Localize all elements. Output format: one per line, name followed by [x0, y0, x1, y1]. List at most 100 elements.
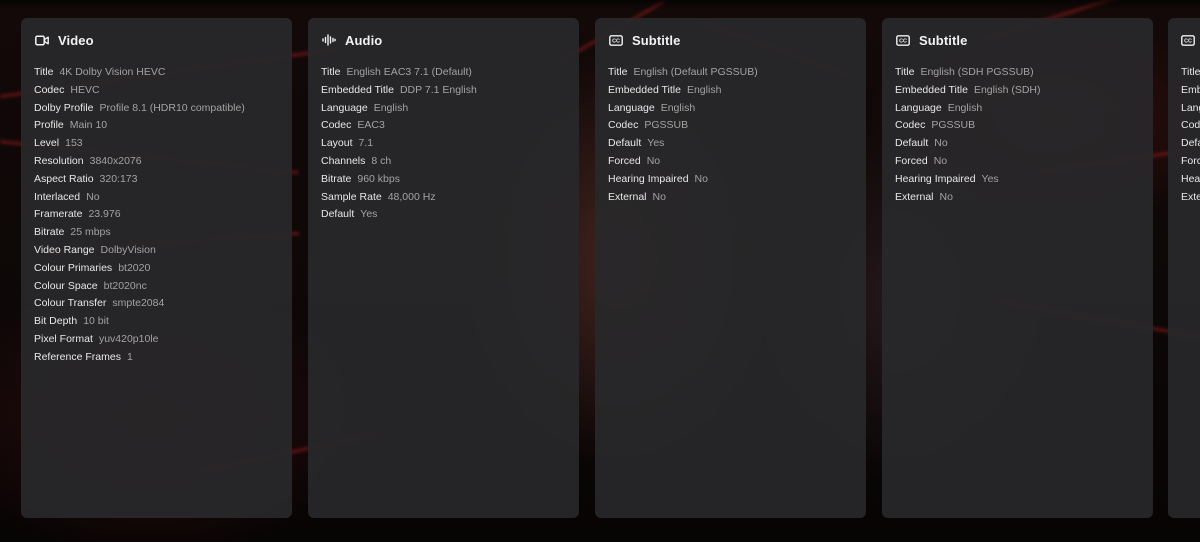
info-label: Embedded Title — [608, 83, 681, 96]
stream-info-list: Title Emb Lang Cod Defa Forc Hea Exte — [1181, 64, 1200, 206]
info-label: Channels — [321, 154, 366, 167]
info-label: Language — [321, 101, 368, 114]
info-label: Colour Primaries — [34, 261, 113, 274]
info-label: Codec — [321, 119, 352, 132]
info-label: Hearing Impaired — [895, 172, 976, 185]
info-value: 153 — [65, 137, 83, 150]
info-label: Exte — [1181, 190, 1200, 203]
info-value: PGSSUB — [644, 119, 689, 132]
info-label: Embedded Title — [895, 83, 968, 96]
info-row: External No — [895, 189, 1140, 207]
info-label: Emb — [1181, 83, 1200, 96]
info-value: English — [660, 101, 696, 114]
info-row: Forced No — [608, 153, 853, 171]
closed-captions-icon: CC — [1181, 33, 1195, 47]
closed-captions-icon: CC — [895, 33, 910, 47]
info-value: English — [373, 101, 409, 114]
info-label: Forced — [895, 154, 928, 167]
info-label: Pixel Format — [34, 332, 93, 345]
info-label: Codec — [34, 83, 65, 96]
info-value: Yes — [981, 172, 999, 185]
info-row: Hearing Impaired No — [608, 171, 853, 189]
info-value: yuv420p10le — [98, 332, 159, 345]
info-row: Framerate 23.976 — [34, 206, 279, 224]
info-value: DolbyVision — [100, 243, 156, 256]
subtitle-stream-card: CC Subtitle Title English (Default PGSSUB… — [595, 18, 866, 518]
info-row: Title English EAC3 7.1 (Default) — [321, 64, 566, 82]
video-camera-icon — [34, 33, 49, 47]
info-row: Title 4K Dolby Vision HEVC — [34, 64, 279, 82]
info-label: Default — [895, 137, 929, 150]
info-row: Default Yes — [608, 135, 853, 153]
info-row: Interlaced No — [34, 189, 279, 207]
card-header: CC Subtitle — [895, 32, 1140, 48]
info-value: bt2020nc — [103, 279, 147, 292]
stream-info-list: Title 4K Dolby Vision HEVC Codec HEVC Dolby … — [34, 64, 279, 367]
info-row: Emb — [1181, 82, 1200, 100]
card-title: Subtitle — [919, 32, 968, 48]
info-label: Profile — [34, 119, 64, 132]
info-row: Embedded Title English — [608, 82, 853, 100]
info-label: Bitrate — [321, 172, 352, 185]
info-row: Profile Main 10 — [34, 117, 279, 135]
info-label: Forced — [608, 154, 641, 167]
info-label: Forc — [1181, 154, 1200, 167]
info-value: 320:173 — [99, 172, 138, 185]
info-row: Channels 8 ch — [321, 153, 566, 171]
info-label: Codec — [895, 119, 926, 132]
info-value: English — [947, 101, 983, 114]
info-label: Lang — [1181, 101, 1200, 114]
info-row: Embedded Title DDP 7.1 English — [321, 82, 566, 100]
info-row: Codec PGSSUB — [608, 117, 853, 135]
info-row: Level 153 — [34, 135, 279, 153]
info-value: English (SDH) — [973, 83, 1041, 96]
info-label: Default — [321, 208, 355, 221]
info-row: Dolby Profile Profile 8.1 (HDR10 compatib… — [34, 100, 279, 118]
info-label: Language — [895, 101, 942, 114]
card-header: CC — [1181, 32, 1195, 48]
info-label: Level — [34, 137, 60, 150]
info-value: bt2020 — [118, 261, 151, 274]
subtitle-stream-card: CC Subtitle Title English (SDH PGSSUB) Emb… — [882, 18, 1153, 518]
info-value: Profile 8.1 (HDR10 compatible) — [99, 101, 245, 114]
info-value: 960 kbps — [357, 172, 400, 185]
info-row: Codec HEVC — [34, 82, 279, 100]
info-label: External — [895, 190, 934, 203]
info-row: Hearing Impaired Yes — [895, 171, 1140, 189]
info-label: Title — [1181, 66, 1200, 78]
info-row: Default No — [895, 135, 1140, 153]
info-row: Bitrate 25 mbps — [34, 224, 279, 242]
card-title: Video — [58, 32, 94, 48]
info-value: English EAC3 7.1 (Default) — [346, 66, 472, 78]
info-label: Framerate — [34, 208, 83, 221]
top-fade — [0, 0, 1200, 10]
info-row: Reference Frames 1 — [34, 349, 279, 367]
info-row: Bitrate 960 kbps — [321, 171, 566, 189]
info-value: smpte2084 — [112, 297, 165, 310]
card-title: Audio — [345, 32, 383, 48]
info-row: Language English — [321, 100, 566, 118]
svg-text:CC: CC — [899, 38, 907, 44]
info-value: English — [686, 83, 722, 96]
info-label: Cod — [1181, 119, 1200, 132]
video-stream-card: Video Title 4K Dolby Vision HEVC Codec HEVC… — [21, 18, 292, 518]
info-value: No — [934, 137, 948, 150]
stream-info-list: Title English (Default PGSSUB) Embedded Ti… — [608, 64, 853, 206]
info-value: English (Default PGSSUB) — [633, 66, 758, 78]
info-value: EAC3 — [357, 119, 385, 132]
info-label: Language — [608, 101, 655, 114]
info-row: Aspect Ratio 320:173 — [34, 171, 279, 189]
svg-text:CC: CC — [1184, 38, 1192, 44]
info-row: External No — [608, 189, 853, 207]
stream-info-list: Title English EAC3 7.1 (Default) Embedded … — [321, 64, 566, 224]
info-row: Bit Depth 10 bit — [34, 313, 279, 331]
info-label: Colour Space — [34, 279, 98, 292]
info-label: Video Range — [34, 243, 95, 256]
info-value: No — [86, 190, 100, 203]
card-header: CC Subtitle — [608, 32, 853, 48]
info-row: Forced No — [895, 153, 1140, 171]
info-label: Resolution — [34, 154, 84, 167]
info-value: 8 ch — [371, 154, 392, 167]
info-value: PGSSUB — [931, 119, 976, 132]
info-row: Language English — [895, 100, 1140, 118]
